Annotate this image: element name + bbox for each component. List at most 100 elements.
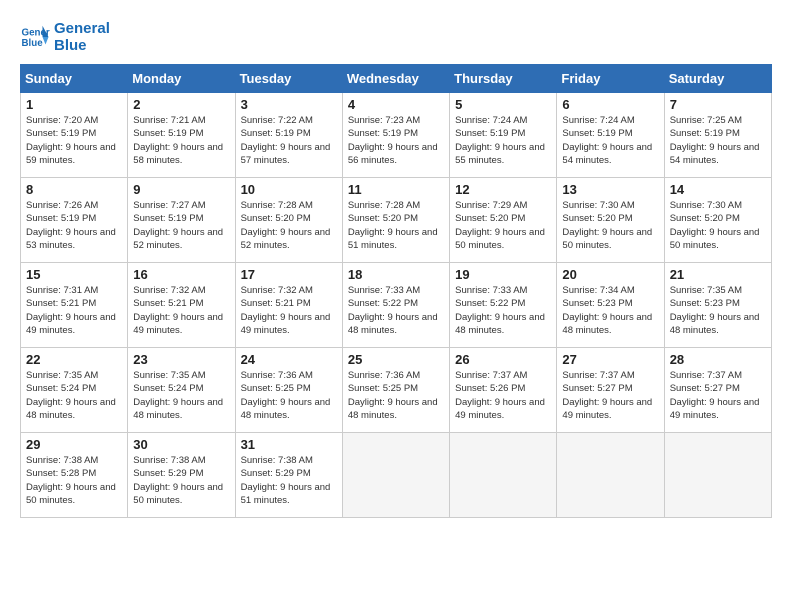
day-info: Sunrise: 7:22 AM Sunset: 5:19 PM Dayligh… bbox=[241, 114, 337, 167]
day-number: 8 bbox=[26, 182, 122, 197]
calendar-header-row: SundayMondayTuesdayWednesdayThursdayFrid… bbox=[21, 65, 772, 93]
day-header-wednesday: Wednesday bbox=[342, 65, 449, 93]
day-info: Sunrise: 7:35 AM Sunset: 5:23 PM Dayligh… bbox=[670, 284, 766, 337]
day-number: 16 bbox=[133, 267, 229, 282]
day-number: 30 bbox=[133, 437, 229, 452]
day-number: 17 bbox=[241, 267, 337, 282]
day-number: 10 bbox=[241, 182, 337, 197]
calendar-cell bbox=[450, 433, 557, 518]
day-info: Sunrise: 7:25 AM Sunset: 5:19 PM Dayligh… bbox=[670, 114, 766, 167]
day-info: Sunrise: 7:31 AM Sunset: 5:21 PM Dayligh… bbox=[26, 284, 122, 337]
day-info: Sunrise: 7:36 AM Sunset: 5:25 PM Dayligh… bbox=[241, 369, 337, 422]
day-info: Sunrise: 7:30 AM Sunset: 5:20 PM Dayligh… bbox=[670, 199, 766, 252]
day-number: 13 bbox=[562, 182, 658, 197]
calendar-cell: 18 Sunrise: 7:33 AM Sunset: 5:22 PM Dayli… bbox=[342, 263, 449, 348]
calendar-cell: 17 Sunrise: 7:32 AM Sunset: 5:21 PM Dayli… bbox=[235, 263, 342, 348]
calendar-week-1: 1Sunrise: 7:20 AM Sunset: 5:19 PM Daylig… bbox=[21, 93, 772, 178]
calendar-cell: 31 Sunrise: 7:38 AM Sunset: 5:29 PM Dayli… bbox=[235, 433, 342, 518]
calendar-cell: 14Sunrise: 7:30 AM Sunset: 5:20 PM Dayli… bbox=[664, 178, 771, 263]
calendar-cell: 25Sunrise: 7:36 AM Sunset: 5:25 PM Dayli… bbox=[342, 348, 449, 433]
day-info: Sunrise: 7:37 AM Sunset: 5:27 PM Dayligh… bbox=[562, 369, 658, 422]
calendar-cell: 22Sunrise: 7:35 AM Sunset: 5:24 PM Dayli… bbox=[21, 348, 128, 433]
calendar-cell: 5 Sunrise: 7:24 AM Sunset: 5:19 PM Daylig… bbox=[450, 93, 557, 178]
day-info: Sunrise: 7:28 AM Sunset: 5:20 PM Dayligh… bbox=[241, 199, 337, 252]
day-header-tuesday: Tuesday bbox=[235, 65, 342, 93]
calendar-cell: 11 Sunrise: 7:28 AM Sunset: 5:20 PM Dayli… bbox=[342, 178, 449, 263]
day-header-sunday: Sunday bbox=[21, 65, 128, 93]
day-info: Sunrise: 7:28 AM Sunset: 5:20 PM Dayligh… bbox=[348, 199, 444, 252]
calendar-cell: 30 Sunrise: 7:38 AM Sunset: 5:29 PM Dayli… bbox=[128, 433, 235, 518]
calendar-cell: 21 Sunrise: 7:35 AM Sunset: 5:23 PM Dayli… bbox=[664, 263, 771, 348]
day-info: Sunrise: 7:36 AM Sunset: 5:25 PM Dayligh… bbox=[348, 369, 444, 422]
day-header-thursday: Thursday bbox=[450, 65, 557, 93]
calendar-cell: 6 Sunrise: 7:24 AM Sunset: 5:19 PM Daylig… bbox=[557, 93, 664, 178]
day-number: 5 bbox=[455, 97, 551, 112]
calendar-week-5: 29 Sunrise: 7:38 AM Sunset: 5:28 PM Dayli… bbox=[21, 433, 772, 518]
day-info: Sunrise: 7:27 AM Sunset: 5:19 PM Dayligh… bbox=[133, 199, 229, 252]
page-header: General Blue GeneralBlue bbox=[20, 20, 772, 54]
day-info: Sunrise: 7:24 AM Sunset: 5:19 PM Dayligh… bbox=[455, 114, 551, 167]
calendar-cell: 10 Sunrise: 7:28 AM Sunset: 5:20 PM Dayli… bbox=[235, 178, 342, 263]
day-number: 19 bbox=[455, 267, 551, 282]
day-info: Sunrise: 7:34 AM Sunset: 5:23 PM Dayligh… bbox=[562, 284, 658, 337]
calendar-cell: 2 Sunrise: 7:21 AM Sunset: 5:19 PM Daylig… bbox=[128, 93, 235, 178]
calendar-cell: 16 Sunrise: 7:32 AM Sunset: 5:21 PM Dayli… bbox=[128, 263, 235, 348]
calendar-cell: 9 Sunrise: 7:27 AM Sunset: 5:19 PM Daylig… bbox=[128, 178, 235, 263]
calendar-cell: 26 Sunrise: 7:37 AM Sunset: 5:26 PM Dayli… bbox=[450, 348, 557, 433]
day-number: 3 bbox=[241, 97, 337, 112]
day-number: 9 bbox=[133, 182, 229, 197]
calendar-cell: 23 Sunrise: 7:35 AM Sunset: 5:24 PM Dayli… bbox=[128, 348, 235, 433]
day-info: Sunrise: 7:33 AM Sunset: 5:22 PM Dayligh… bbox=[348, 284, 444, 337]
calendar-cell: 24 Sunrise: 7:36 AM Sunset: 5:25 PM Dayli… bbox=[235, 348, 342, 433]
day-info: Sunrise: 7:26 AM Sunset: 5:19 PM Dayligh… bbox=[26, 199, 122, 252]
calendar-cell: 19Sunrise: 7:33 AM Sunset: 5:22 PM Dayli… bbox=[450, 263, 557, 348]
day-info: Sunrise: 7:20 AM Sunset: 5:19 PM Dayligh… bbox=[26, 114, 122, 167]
day-number: 7 bbox=[670, 97, 766, 112]
calendar-cell: 29 Sunrise: 7:38 AM Sunset: 5:28 PM Dayli… bbox=[21, 433, 128, 518]
day-number: 23 bbox=[133, 352, 229, 367]
day-number: 24 bbox=[241, 352, 337, 367]
day-number: 12 bbox=[455, 182, 551, 197]
calendar-week-4: 22Sunrise: 7:35 AM Sunset: 5:24 PM Dayli… bbox=[21, 348, 772, 433]
calendar-cell: 15 Sunrise: 7:31 AM Sunset: 5:21 PM Dayli… bbox=[21, 263, 128, 348]
day-number: 29 bbox=[26, 437, 122, 452]
calendar-cell: 7 Sunrise: 7:25 AM Sunset: 5:19 PM Daylig… bbox=[664, 93, 771, 178]
day-number: 2 bbox=[133, 97, 229, 112]
day-number: 6 bbox=[562, 97, 658, 112]
day-header-monday: Monday bbox=[128, 65, 235, 93]
day-number: 31 bbox=[241, 437, 337, 452]
calendar-cell bbox=[342, 433, 449, 518]
calendar-body: 1Sunrise: 7:20 AM Sunset: 5:19 PM Daylig… bbox=[21, 93, 772, 518]
day-number: 11 bbox=[348, 182, 444, 197]
day-info: Sunrise: 7:37 AM Sunset: 5:26 PM Dayligh… bbox=[455, 369, 551, 422]
day-info: Sunrise: 7:24 AM Sunset: 5:19 PM Dayligh… bbox=[562, 114, 658, 167]
day-number: 27 bbox=[562, 352, 658, 367]
logo-icon: General Blue bbox=[20, 22, 50, 52]
day-number: 20 bbox=[562, 267, 658, 282]
day-info: Sunrise: 7:38 AM Sunset: 5:29 PM Dayligh… bbox=[133, 454, 229, 507]
day-number: 15 bbox=[26, 267, 122, 282]
logo-text: GeneralBlue bbox=[54, 20, 110, 54]
day-info: Sunrise: 7:21 AM Sunset: 5:19 PM Dayligh… bbox=[133, 114, 229, 167]
day-number: 26 bbox=[455, 352, 551, 367]
day-header-friday: Friday bbox=[557, 65, 664, 93]
day-info: Sunrise: 7:38 AM Sunset: 5:29 PM Dayligh… bbox=[241, 454, 337, 507]
calendar-cell: 8 Sunrise: 7:26 AM Sunset: 5:19 PM Daylig… bbox=[21, 178, 128, 263]
day-number: 18 bbox=[348, 267, 444, 282]
calendar-cell: 3 Sunrise: 7:22 AM Sunset: 5:19 PM Daylig… bbox=[235, 93, 342, 178]
day-info: Sunrise: 7:32 AM Sunset: 5:21 PM Dayligh… bbox=[241, 284, 337, 337]
calendar-cell: 28Sunrise: 7:37 AM Sunset: 5:27 PM Dayli… bbox=[664, 348, 771, 433]
day-info: Sunrise: 7:32 AM Sunset: 5:21 PM Dayligh… bbox=[133, 284, 229, 337]
day-info: Sunrise: 7:29 AM Sunset: 5:20 PM Dayligh… bbox=[455, 199, 551, 252]
calendar-cell: 4Sunrise: 7:23 AM Sunset: 5:19 PM Daylig… bbox=[342, 93, 449, 178]
calendar-cell: 12 Sunrise: 7:29 AM Sunset: 5:20 PM Dayli… bbox=[450, 178, 557, 263]
calendar-table: SundayMondayTuesdayWednesdayThursdayFrid… bbox=[20, 64, 772, 518]
day-info: Sunrise: 7:35 AM Sunset: 5:24 PM Dayligh… bbox=[133, 369, 229, 422]
day-info: Sunrise: 7:30 AM Sunset: 5:20 PM Dayligh… bbox=[562, 199, 658, 252]
day-info: Sunrise: 7:23 AM Sunset: 5:19 PM Dayligh… bbox=[348, 114, 444, 167]
calendar-cell: 13 Sunrise: 7:30 AM Sunset: 5:20 PM Dayli… bbox=[557, 178, 664, 263]
day-number: 21 bbox=[670, 267, 766, 282]
day-info: Sunrise: 7:38 AM Sunset: 5:28 PM Dayligh… bbox=[26, 454, 122, 507]
logo: General Blue GeneralBlue bbox=[20, 20, 110, 54]
calendar-cell: 20 Sunrise: 7:34 AM Sunset: 5:23 PM Dayli… bbox=[557, 263, 664, 348]
